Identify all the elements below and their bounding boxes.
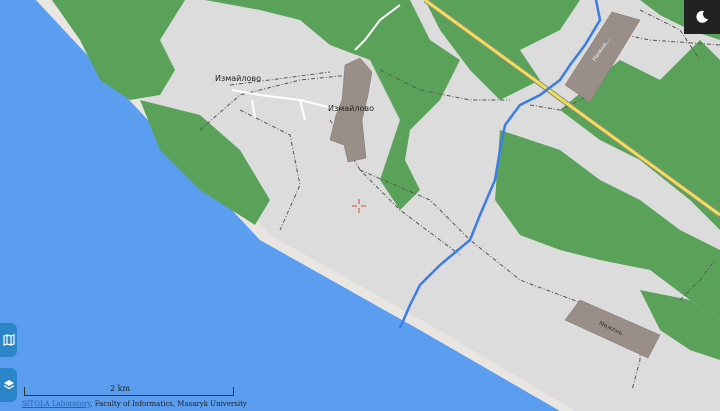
map-icon [2, 334, 15, 346]
attribution-link[interactable]: SITOLA Laboratory [22, 400, 90, 408]
attribution-text: , Faculty of Informatics, Masaryk Univer… [90, 400, 247, 408]
attribution: SITOLA Laboratory, Faculty of Informatic… [22, 400, 247, 408]
map-canvas[interactable] [0, 0, 720, 411]
moon-icon [696, 10, 708, 23]
map-view-button[interactable] [0, 323, 17, 357]
place-label: Измайлово [328, 104, 374, 113]
layers-icon [3, 380, 14, 390]
place-label: Измайлово [215, 74, 261, 83]
scale-label: 2 km [110, 384, 131, 393]
night-mode-button[interactable] [684, 0, 720, 34]
layers-button[interactable] [0, 368, 17, 402]
